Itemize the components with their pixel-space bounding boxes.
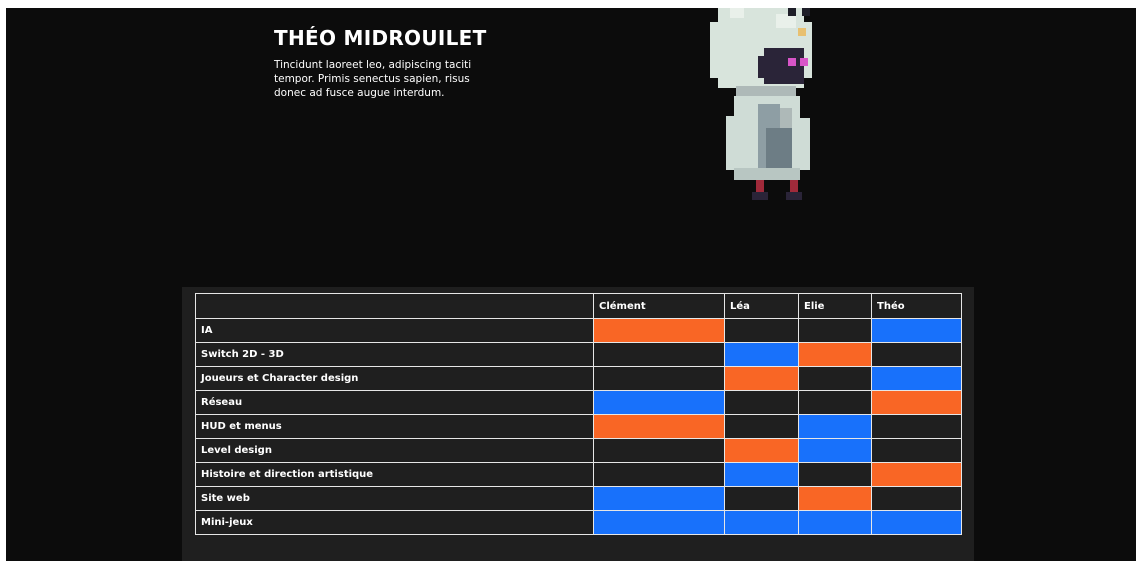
assignment-cell-orange bbox=[798, 486, 872, 511]
row-label: IA bbox=[195, 318, 594, 343]
row-label: Histoire et direction artistique bbox=[195, 462, 594, 487]
assignment-cell-empty bbox=[798, 462, 872, 487]
assignment-cell-blue bbox=[798, 414, 872, 439]
assignment-cell-blue bbox=[798, 438, 872, 463]
column-header-task bbox=[195, 293, 594, 319]
row-label: Switch 2D - 3D bbox=[195, 342, 594, 367]
assignment-cell-orange bbox=[871, 390, 962, 415]
row-label: Réseau bbox=[195, 390, 594, 415]
assignment-cell-orange bbox=[593, 318, 725, 343]
assignment-cell-empty bbox=[724, 318, 799, 343]
assignment-cell-orange bbox=[724, 366, 799, 391]
table-row: Réseau bbox=[195, 390, 962, 415]
table-header-row: Clément Léa Elie Théo bbox=[195, 293, 962, 319]
table-row: Level design bbox=[195, 438, 962, 463]
assignment-cell-empty bbox=[724, 390, 799, 415]
assignment-cell-blue bbox=[871, 366, 962, 391]
assignment-cell-blue bbox=[798, 510, 872, 535]
assignment-cell-empty bbox=[724, 414, 799, 439]
page-background: THÉO MIDROUILET Tincidunt laoreet leo, a… bbox=[6, 8, 1136, 561]
profile-description: Tincidunt laoreet leo, adipiscing taciti… bbox=[274, 59, 472, 99]
column-header-theo: Théo bbox=[871, 293, 962, 319]
role-assignment-table: Clément Léa Elie Théo IA Switch 2D - 3D Jo… bbox=[195, 293, 962, 535]
row-label: Level design bbox=[195, 438, 594, 463]
row-label: Site web bbox=[195, 486, 594, 511]
assignment-cell-orange bbox=[798, 342, 872, 367]
column-header-elie: Elie bbox=[798, 293, 872, 319]
assignment-cell-empty bbox=[798, 390, 872, 415]
assignment-cell-empty bbox=[593, 342, 725, 367]
assignment-cell-empty bbox=[593, 462, 725, 487]
column-header-clement: Clément bbox=[593, 293, 725, 319]
table-row: Site web bbox=[195, 486, 962, 511]
assignment-cell-empty bbox=[871, 414, 962, 439]
table-row: Mini-jeux bbox=[195, 510, 962, 535]
assignment-cell-blue bbox=[724, 462, 799, 487]
assignment-cell-blue bbox=[593, 486, 725, 511]
assignment-cell-orange bbox=[593, 414, 725, 439]
assignment-cell-empty bbox=[593, 438, 725, 463]
assignment-cell-orange bbox=[724, 438, 799, 463]
assignment-cell-empty bbox=[724, 486, 799, 511]
row-label: HUD et menus bbox=[195, 414, 594, 439]
assignment-cell-blue bbox=[593, 390, 725, 415]
assignment-cell-blue bbox=[724, 342, 799, 367]
row-label: Mini-jeux bbox=[195, 510, 594, 535]
profile-name: THÉO MIDROUILET bbox=[274, 26, 487, 50]
assignment-cell-empty bbox=[871, 486, 962, 511]
assignment-cell-empty bbox=[798, 366, 872, 391]
assignment-cell-blue bbox=[871, 510, 962, 535]
assignment-cell-blue bbox=[593, 510, 725, 535]
table-row: Joueurs et Character design bbox=[195, 366, 962, 391]
assignment-cell-empty bbox=[593, 366, 725, 391]
assignment-cell-blue bbox=[871, 318, 962, 343]
role-table-panel: Clément Léa Elie Théo IA Switch 2D - 3D Jo… bbox=[182, 287, 974, 561]
table-row: Histoire et direction artistique bbox=[195, 462, 962, 487]
table-row: Switch 2D - 3D bbox=[195, 342, 962, 367]
table-row: IA bbox=[195, 318, 962, 343]
assignment-cell-blue bbox=[724, 510, 799, 535]
assignment-cell-empty bbox=[798, 318, 872, 343]
column-header-lea: Léa bbox=[724, 293, 799, 319]
assignment-cell-empty bbox=[871, 342, 962, 367]
row-label: Joueurs et Character design bbox=[195, 366, 594, 391]
assignment-cell-orange bbox=[871, 462, 962, 487]
assignment-cell-empty bbox=[871, 438, 962, 463]
character-sprite-image bbox=[710, 8, 812, 200]
table-row: HUD et menus bbox=[195, 414, 962, 439]
